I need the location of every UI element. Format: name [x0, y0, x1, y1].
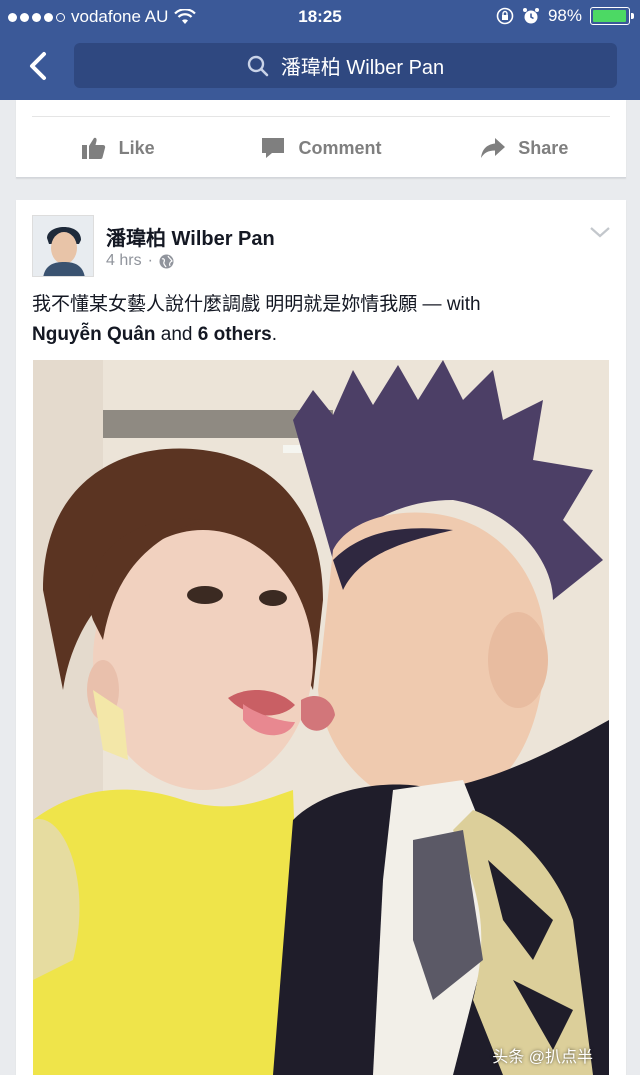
previous-post-card: Like Comment Share	[16, 100, 626, 178]
battery-icon	[590, 7, 634, 25]
search-icon	[247, 55, 269, 76]
globe-icon	[159, 254, 174, 268]
post-card: 潘瑋柏 Wilber Pan 4 hrs · 我不懂某女藝人說什麼調戲 明明就是…	[16, 200, 626, 1075]
alarm-icon	[522, 8, 539, 24]
search-bar[interactable]: 潘瑋柏 Wilber Pan	[74, 43, 617, 88]
post-time[interactable]: 4 hrs	[106, 252, 142, 270]
separator-dot: ·	[147, 252, 153, 269]
avatar[interactable]	[32, 215, 94, 277]
rotation-lock-icon	[496, 7, 514, 25]
post-author[interactable]: 潘瑋柏 Wilber Pan	[106, 222, 275, 251]
comment-label: Comment	[298, 137, 382, 158]
post-photo[interactable]: 头条 @扒点半	[33, 360, 609, 1075]
tagged-others-link[interactable]: 6 others	[198, 324, 272, 345]
top-bar: vodafone AU 18:25 98% 潘瑋柏 Wilber Pan	[0, 0, 640, 100]
post-text: 我不懂某女藝人說什麼調戲 明明就是妳情我願 — with Nguyễn Quân…	[32, 290, 612, 350]
comment-button[interactable]: Comment	[219, 128, 422, 168]
share-label: Share	[518, 137, 569, 158]
post-meta: 4 hrs ·	[106, 252, 174, 270]
search-text: 潘瑋柏 Wilber Pan	[280, 57, 445, 79]
share-button[interactable]: Share	[423, 128, 626, 168]
avatar-image	[33, 216, 93, 276]
tag-period: .	[271, 324, 277, 345]
photo-watermark: 头条 @扒点半	[492, 1049, 593, 1066]
comment-icon	[262, 138, 285, 158]
battery-percent: 98%	[547, 6, 582, 25]
action-bar: Like Comment Share	[16, 128, 626, 168]
tagged-person-link[interactable]: Nguyễn Quân	[32, 324, 156, 345]
battery-fill	[593, 10, 627, 22]
thumbs-up-icon	[81, 137, 105, 159]
divider	[32, 116, 610, 117]
tag-connector: and	[155, 324, 198, 345]
chevron-left-icon[interactable]	[22, 48, 58, 84]
status-right: 98%	[496, 6, 634, 26]
photo-image	[33, 360, 609, 1075]
like-label: Like	[118, 137, 155, 158]
share-icon	[481, 138, 506, 158]
nav-bar: 潘瑋柏 Wilber Pan	[0, 40, 640, 92]
post-message: 我不懂某女藝人說什麼調戲 明明就是妳情我願 — with	[32, 294, 481, 315]
like-button[interactable]: Like	[16, 128, 219, 168]
status-bar: vodafone AU 18:25 98%	[0, 0, 640, 34]
chevron-down-icon[interactable]	[588, 224, 612, 240]
